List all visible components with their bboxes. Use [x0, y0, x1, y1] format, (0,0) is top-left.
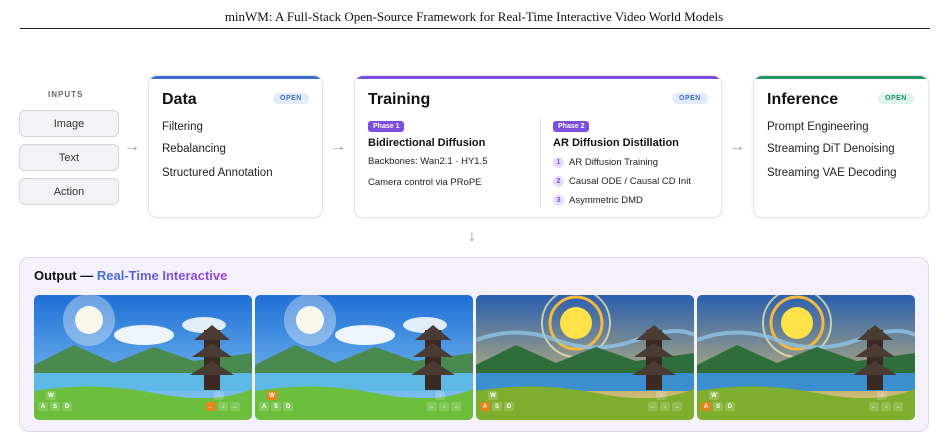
data-card-accent — [149, 76, 322, 79]
key-d-indicator: D — [725, 402, 735, 411]
key-s-indicator: S — [713, 402, 723, 411]
key-arrow-indicator: ↓ — [660, 402, 670, 411]
key-arrow-indicator: → — [451, 402, 461, 411]
arrow-right-icon: → — [124, 138, 140, 155]
key-arrow-indicator: ↑ — [214, 391, 224, 400]
step-number: 3 — [553, 195, 564, 206]
data-open-badge: OPEN — [273, 93, 309, 104]
key-arrow-indicator: ↓ — [218, 402, 228, 411]
step-number: 1 — [553, 157, 564, 168]
key-arrow-indicator: ↑ — [656, 391, 666, 400]
key-a-indicator: A — [701, 402, 711, 411]
phase1-pill: Phase 1 — [368, 121, 405, 132]
key-arrow-indicator: ← — [648, 402, 658, 411]
phase-divider — [540, 118, 541, 208]
inference-card-title: Inference — [767, 91, 839, 108]
key-arrow-indicator: ↓ — [439, 402, 449, 411]
title-rule — [20, 28, 930, 29]
key-w-indicator: W — [488, 391, 498, 400]
input-text: Text — [19, 144, 119, 171]
key-arrow-indicator: → — [893, 402, 903, 411]
inference-card-accent — [754, 76, 928, 79]
key-arrow-indicator: → — [230, 402, 240, 411]
key-d-indicator: D — [504, 402, 514, 411]
phase2-heading: AR Diffusion Distillation — [553, 137, 679, 149]
inference-open-badge: OPEN — [878, 93, 914, 104]
key-a-indicator: A — [480, 402, 490, 411]
data-card-title: Data — [162, 91, 197, 108]
key-a-indicator: A — [259, 402, 269, 411]
inputs-label: INPUTS — [48, 90, 84, 99]
data-item: Rebalancing — [162, 143, 226, 155]
arrow-down-icon: ↓ — [468, 228, 476, 245]
output-frame: W A S D ↑ ← ↓ → — [476, 295, 694, 420]
phase2-pill: Phase 2 — [553, 121, 590, 132]
phase1-heading: Bidirectional Diffusion — [368, 137, 486, 149]
step-text: AR Diffusion Training — [569, 157, 659, 168]
data-item: Filtering — [162, 121, 203, 133]
training-open-badge: OPEN — [672, 93, 708, 104]
key-arrow-indicator: ← — [869, 402, 879, 411]
key-arrow-indicator: → — [672, 402, 682, 411]
key-arrow-indicator: ↑ — [877, 391, 887, 400]
inference-item: Streaming VAE Decoding — [767, 167, 897, 179]
training-card-title: Training — [368, 91, 431, 108]
key-arrow-indicator: ← — [427, 402, 437, 411]
output-frame: W A S D ↑ ← ↓ → — [697, 295, 915, 420]
key-arrow-indicator: ↓ — [881, 402, 891, 411]
output-title: Output — Real-Time Interactive — [34, 268, 227, 283]
inference-item: Prompt Engineering — [767, 121, 869, 133]
key-d-indicator: D — [62, 402, 72, 411]
key-w-indicator: W — [46, 391, 56, 400]
key-s-indicator: S — [271, 402, 281, 411]
key-a-indicator: A — [38, 402, 48, 411]
key-arrow-indicator: ↑ — [435, 391, 445, 400]
key-w-indicator: W — [709, 391, 719, 400]
key-s-indicator: S — [492, 402, 502, 411]
step-text: Causal ODE / Causal CD Init — [569, 176, 691, 187]
inference-item: Streaming DiT Denoising — [767, 143, 895, 155]
arrow-right-icon: → — [330, 138, 346, 155]
output-frame: W A S D ↑ ← ↓ → — [34, 295, 252, 420]
key-w-indicator: W — [267, 391, 277, 400]
arrow-right-icon: → — [729, 138, 745, 155]
phase1-line: Backbones: Wan2.1 · HY1.5 — [368, 156, 488, 167]
key-s-indicator: S — [50, 402, 60, 411]
output-title-prefix: Output — — [34, 268, 94, 283]
training-card-accent — [355, 76, 721, 79]
input-image: Image — [19, 110, 119, 137]
key-arrow-indicator: ← — [206, 402, 216, 411]
key-d-indicator: D — [283, 402, 293, 411]
input-action: Action — [19, 178, 119, 205]
step-number: 2 — [553, 176, 564, 187]
step-text: Asymmetric DMD — [569, 195, 643, 206]
phase1-line: Camera control via PRoPE — [368, 177, 482, 188]
paper-title: minWM: A Full-Stack Open-Source Framewor… — [224, 9, 724, 24]
output-title-highlight: Real-Time Interactive — [96, 268, 228, 283]
data-item: Structured Annotation — [162, 167, 273, 179]
output-frame: W A S D ↑ ← ↓ → — [255, 295, 473, 420]
